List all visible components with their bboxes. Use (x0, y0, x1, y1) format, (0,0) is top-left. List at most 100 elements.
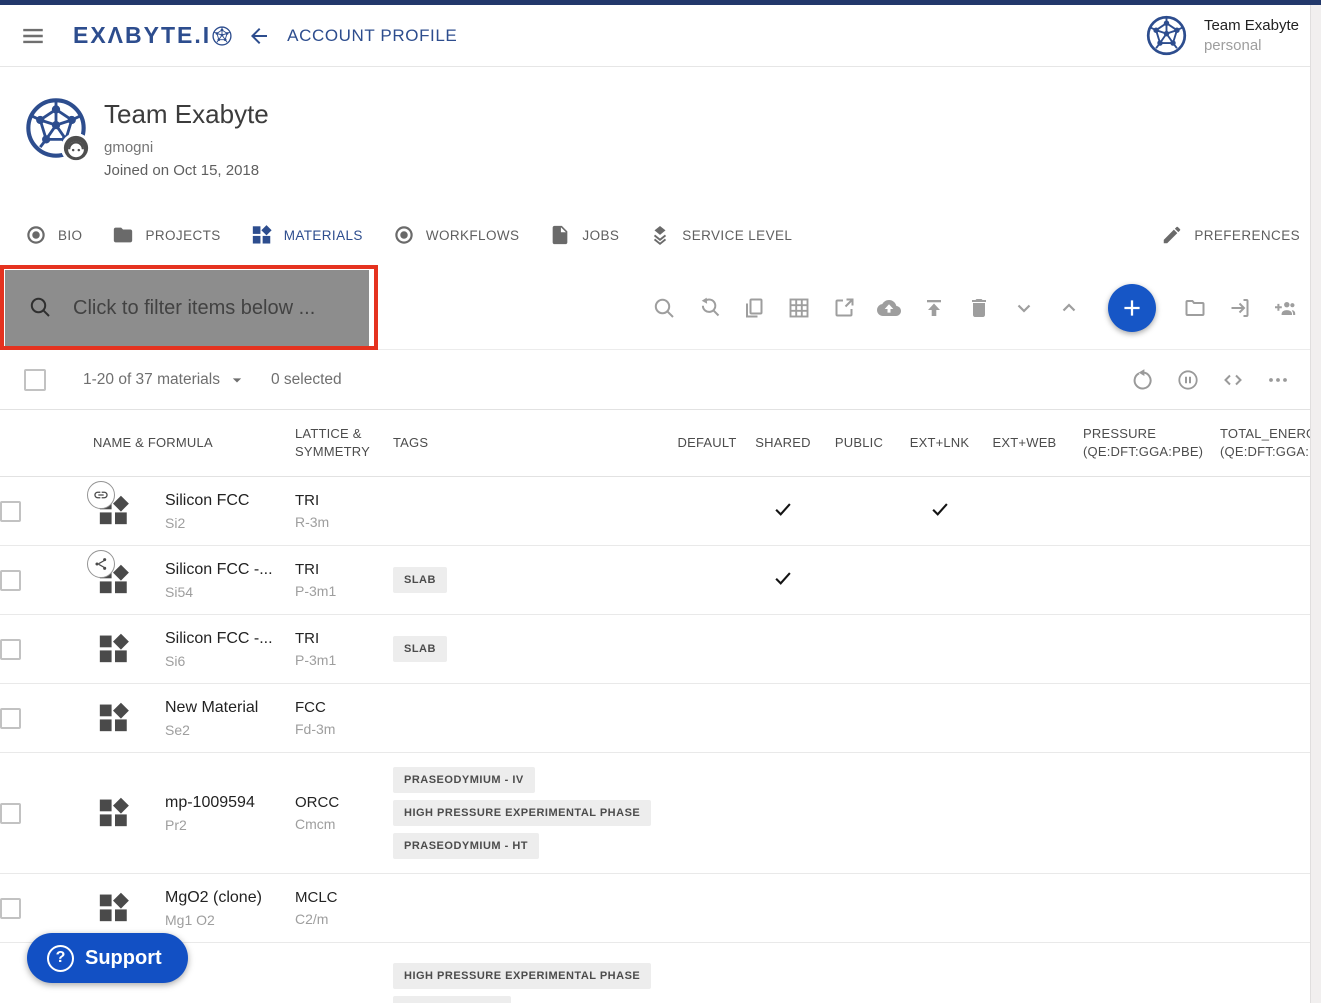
cloud-upload-icon[interactable] (877, 296, 901, 320)
code-icon[interactable] (1221, 368, 1245, 392)
column-header-pressure[interactable]: PRESSURE(QE:DFT:GGA:PBE) (1067, 425, 1204, 461)
table-row[interactable]: MgO2 (clone)Mg1 O2MCLCC2/m (0, 874, 1321, 943)
row-checkbox[interactable] (0, 501, 21, 522)
page-title: ACCOUNT PROFILE (287, 26, 457, 46)
radio-checked-icon (25, 224, 47, 246)
menu-icon[interactable] (20, 23, 46, 49)
topbar-user-block[interactable]: Team Exabyte personal (1146, 15, 1299, 56)
add-material-button[interactable] (1108, 284, 1156, 332)
material-name[interactable]: Silicon FCC (165, 492, 278, 510)
column-header-ext_lnk[interactable]: EXT+LNK (897, 434, 982, 452)
copy-icon[interactable] (742, 296, 766, 320)
row-checkbox[interactable] (0, 570, 21, 591)
table-row[interactable]: HIGH PRESSURE EXPERIMENTAL PHASE (0, 943, 1321, 1003)
column-header-line1: EXT+LNK (897, 434, 982, 452)
material-name[interactable]: MgO2 (clone) (165, 889, 278, 907)
tab-materials[interactable]: MATERIALS (251, 224, 363, 246)
lattice-type: TRI (295, 630, 378, 647)
table-row[interactable]: mp-1009594Pr2ORCCCmcmPRASEODYMIUM - IVHI… (0, 753, 1321, 874)
column-header-shared[interactable]: SHARED (745, 434, 821, 452)
table-row[interactable]: Silicon FCC -...Si54TRIP-3m1SLAB (0, 546, 1321, 615)
pagination-dropdown[interactable]: 1-20 of 37 materials (83, 370, 247, 390)
row-checkbox[interactable] (0, 639, 21, 660)
material-name[interactable]: Silicon FCC -... (165, 630, 278, 648)
tag-chip[interactable]: SLAB (393, 567, 447, 593)
material-name[interactable]: Silicon FCC -... (165, 561, 278, 579)
row-select-cell (0, 570, 76, 591)
tab-projects[interactable]: PROJECTS (112, 224, 220, 246)
lattice-symmetry-cell: MCLCC2/m (278, 889, 378, 927)
material-icon-cell (76, 632, 148, 666)
undo-icon[interactable] (1131, 368, 1155, 392)
column-header-lattice[interactable]: LATTICE &SYMMETRY (278, 425, 378, 461)
symmetry-group: P-3m1 (295, 652, 378, 668)
chevron-down-icon[interactable] (1012, 296, 1036, 320)
exabyte-logo[interactable]: EXΛBYTE.I (73, 22, 232, 49)
grid-icon[interactable] (787, 296, 811, 320)
column-header-tags[interactable]: TAGS (378, 434, 669, 452)
material-name[interactable]: mp-1009594 (165, 794, 278, 812)
material-type-icon (97, 796, 131, 830)
layers-icon (649, 224, 671, 246)
table-row[interactable]: Silicon FCCSi2TRIR-3m (0, 477, 1321, 546)
profile-username: gmogni (104, 139, 269, 156)
select-all-checkbox[interactable] (24, 369, 46, 391)
lattice-symmetry-cell: TRIP-3m1 (278, 561, 378, 599)
check-icon (772, 567, 794, 589)
row-checkbox[interactable] (0, 708, 21, 729)
name-formula-cell: Silicon FCC -...Si6 (148, 630, 278, 669)
exit-to-app-icon[interactable] (1228, 296, 1252, 320)
column-header-ext_web[interactable]: EXT+WEB (982, 434, 1067, 452)
more-horiz-icon[interactable] (1266, 368, 1290, 392)
lattice-symmetry-cell: TRI P-3m1 (278, 630, 378, 668)
tab-label: JOBS (582, 228, 619, 243)
upload-icon[interactable] (922, 296, 946, 320)
column-header-line1: LATTICE & (295, 425, 378, 443)
tab-label: SERVICE LEVEL (682, 228, 792, 243)
scrollbar-track[interactable] (1310, 5, 1321, 1003)
tag-chip[interactable]: HIGH PRESSURE EXPERIMENTAL PHASE (393, 800, 651, 826)
open-in-new-icon[interactable] (832, 296, 856, 320)
column-header-public[interactable]: PUBLIC (821, 434, 897, 452)
tag-chip[interactable] (393, 996, 511, 1003)
column-header-default[interactable]: DEFAULT (669, 434, 745, 452)
row-checkbox[interactable] (0, 803, 21, 824)
trash-icon[interactable] (967, 296, 991, 320)
tag-chip[interactable]: PRASEODYMIUM - HT (393, 833, 539, 859)
tab-service-level[interactable]: SERVICE LEVEL (649, 224, 792, 246)
group-add-icon[interactable] (1273, 296, 1297, 320)
column-header-name[interactable]: NAME & FORMULA (76, 434, 278, 452)
tag-chip[interactable]: HIGH PRESSURE EXPERIMENTAL PHASE (393, 963, 651, 989)
team-avatar[interactable] (1146, 15, 1187, 56)
material-name[interactable]: New Material (165, 699, 278, 717)
column-header-line2: (QE:DFT:GGA:PBE) (1083, 443, 1204, 461)
material-icon-cell (76, 891, 148, 925)
column-header-line1: SHARED (745, 434, 821, 452)
search-icon[interactable] (652, 296, 676, 320)
profile-tabs: BIO PROJECTS MATERIALS WORKFLOWS JOBS SERVICE… (0, 205, 1321, 265)
folder-outline-icon[interactable] (1183, 296, 1207, 320)
plus-icon (1119, 295, 1145, 321)
support-button[interactable]: ? Support (27, 933, 188, 983)
row-checkbox[interactable] (0, 898, 21, 919)
table-row[interactable]: New MaterialSe2FCCFd-3m (0, 684, 1321, 753)
column-header-total_energy[interactable]: TOTAL_ENERGY(QE:DFT:GGA:PBE) (1204, 425, 1321, 461)
materials-toolbar (652, 265, 1297, 350)
table-row[interactable]: Silicon FCC -...Si6 TRI P-3m1 SLAB (0, 615, 1321, 684)
tab-bio[interactable]: BIO (25, 224, 82, 246)
tab-label: WORKFLOWS (426, 228, 520, 243)
pause-circle-icon[interactable] (1176, 368, 1200, 392)
pencil-icon (1161, 224, 1183, 246)
tab-preferences[interactable]: PREFERENCES (1161, 224, 1300, 246)
tag-chip[interactable]: SLAB (393, 636, 447, 662)
material-formula: Pr2 (165, 817, 278, 833)
tab-jobs[interactable]: JOBS (549, 224, 619, 246)
material-type-icon (97, 632, 131, 666)
chevron-up-icon[interactable] (1057, 296, 1081, 320)
back-arrow-icon[interactable] (247, 24, 271, 48)
tag-chip[interactable]: PRASEODYMIUM - IV (393, 767, 535, 793)
tab-workflows[interactable]: WORKFLOWS (393, 224, 520, 246)
search-again-icon[interactable] (697, 296, 721, 320)
folder-icon (112, 224, 134, 246)
filter-input[interactable] (5, 270, 369, 346)
